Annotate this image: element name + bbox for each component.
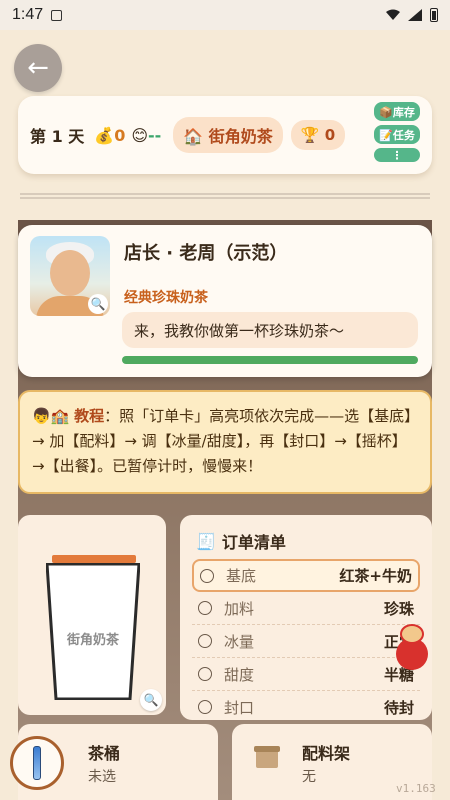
divider — [20, 193, 430, 199]
battery-icon — [430, 8, 438, 22]
tea-bucket-label: 茶桶 — [88, 744, 121, 763]
order-row-label: 冰量 — [224, 632, 255, 651]
teacher-icon: 👦🏫 — [32, 407, 70, 425]
thermometer-icon — [33, 746, 41, 780]
back-button[interactable]: ← — [14, 44, 62, 92]
more-button[interactable]: ⋮ — [374, 148, 420, 162]
inventory-button[interactable]: 📦库存 — [374, 102, 420, 121]
lucky-mascot-icon[interactable] — [386, 620, 438, 676]
customer-card: 🔍 店长 · 老周（示范） 经典珍珠奶茶 来，我教你做第一杯珍珠奶茶～ — [18, 225, 432, 377]
radio-icon — [198, 667, 212, 681]
radio-icon — [198, 700, 212, 714]
shop-name-badge[interactable]: 🏠 街角奶茶 — [173, 117, 283, 153]
radio-icon — [198, 634, 212, 648]
order-row-value: 红茶+牛奶 — [339, 567, 412, 585]
smile-face-icon: 😊 — [131, 125, 149, 145]
status-bar: 1:47 — [0, 0, 450, 30]
receipt-icon: 🧾 — [196, 531, 216, 551]
money-value: 0 — [114, 125, 126, 145]
money-bag-icon: 💰 — [94, 125, 115, 145]
order-row-label: 甜度 — [224, 665, 255, 684]
trophy-badge[interactable]: 🏆 0 — [290, 120, 346, 150]
order-checklist: 🧾 订单清单 基底 红茶+牛奶 加料 珍珠 冰量 正常 甜度 半糖 封口 待封 — [180, 515, 432, 720]
customer-avatar[interactable]: 🔍 — [30, 236, 110, 316]
magnify-icon[interactable]: 🔍 — [140, 689, 162, 711]
order-title: 🧾 订单清单 — [196, 529, 286, 553]
order-row-label: 基底 — [226, 567, 257, 585]
tea-bucket-value: 未选 — [88, 769, 116, 785]
thermometer-tool-button[interactable] — [10, 736, 64, 790]
trophy-icon: 🏆 — [300, 126, 320, 144]
tasks-button[interactable]: 📝任务 — [374, 125, 420, 144]
order-row-label: 封口 — [224, 698, 255, 717]
order-title-text: 订单清单 — [221, 533, 286, 552]
cup-preview[interactable]: 街角奶茶 🔍 — [18, 515, 166, 715]
signal-icon — [408, 9, 422, 21]
topping-shelf-value: 无 — [302, 769, 316, 785]
wifi-icon — [386, 9, 400, 20]
radio-icon — [198, 601, 212, 615]
order-row-seal[interactable]: 封口 待封 — [192, 691, 420, 720]
day-counter: 第 1 天 — [30, 127, 85, 146]
magnify-icon[interactable]: 🔍 — [88, 294, 108, 314]
radio-icon — [200, 568, 214, 583]
customer-name: 店长 · 老周（示范） — [124, 243, 288, 264]
order-row-label: 加料 — [224, 599, 255, 618]
tutorial-box: 👦🏫 教程：照「订单卡」高亮项依次完成——选【基底】→ 加【配料】→ 调【冰量/… — [18, 390, 432, 494]
cup-lid — [52, 555, 136, 563]
tutorial-tag: 教程 — [74, 407, 105, 425]
version-label: v1.163 — [396, 782, 436, 795]
app-notification-icon — [51, 9, 63, 21]
game-status-bar: 第 1 天 💰 0 😊 -- 🏠 街角奶茶 🏆 0 📦库存 📝任务 ⋮ — [18, 96, 432, 174]
order-row-value: 待封 — [383, 698, 414, 717]
cup-brand-label: 街角奶茶 — [66, 633, 119, 648]
mood-value: -- — [148, 125, 162, 145]
customer-speech: 来，我教你做第一杯珍珠奶茶～ — [122, 312, 418, 348]
status-time: 1:47 — [12, 6, 44, 23]
patience-bar — [122, 356, 418, 364]
order-row-base[interactable]: 基底 红茶+牛奶 — [192, 559, 420, 592]
customer-order-name: 经典珍珠奶茶 — [124, 290, 208, 306]
topping-shelf-label: 配料架 — [302, 744, 351, 763]
order-row-value: 珍珠 — [383, 599, 414, 618]
box-icon — [254, 746, 280, 768]
arrow-left-icon: ← — [27, 53, 49, 83]
trophy-count: 0 — [324, 126, 336, 144]
